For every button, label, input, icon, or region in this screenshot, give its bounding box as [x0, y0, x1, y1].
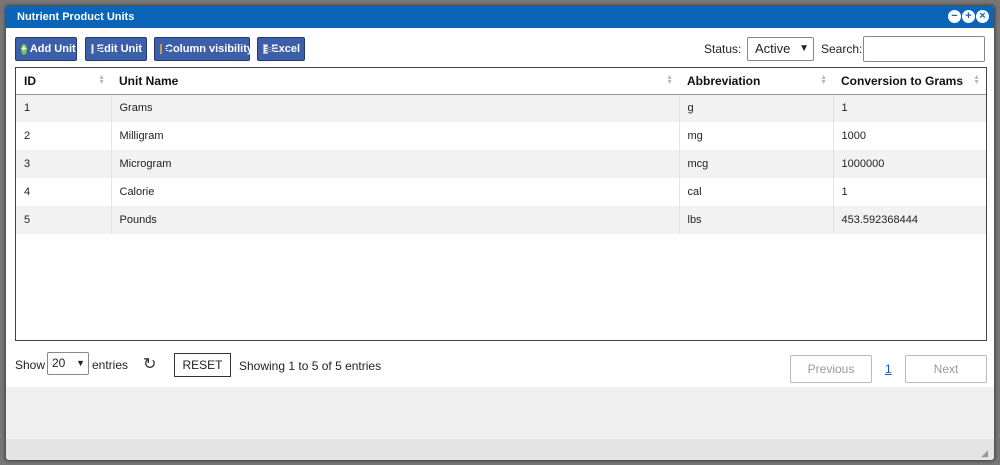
column-header-unit-name[interactable]: Unit Name ▲ ▼ — [111, 68, 679, 95]
units-table: ID ▲ ▼ Unit Name ▲ ▼ Abbreviation ▲ ▼ Conversi… — [15, 67, 987, 341]
cell-unit-name: Microgram — [111, 150, 680, 178]
units-window: Nutrient Product Units − + × + Add Unit … — [5, 5, 995, 461]
column-header-abbreviation[interactable]: Abbreviation ▲ ▼ — [679, 68, 833, 95]
table-footer: Show 20 ▼ entries ↻ RESET Showing 1 to 5… — [6, 342, 994, 387]
cell-abbreviation: mg — [679, 122, 834, 150]
page-length-value: 20 — [52, 356, 66, 370]
columns-icon — [160, 44, 169, 54]
close-icon[interactable]: × — [976, 10, 989, 23]
resize-grip-icon[interactable]: ◢ — [981, 448, 988, 459]
column-visibility-label: Column visibility — [165, 43, 254, 55]
previous-button[interactable]: Previous — [790, 355, 872, 383]
add-unit-button[interactable]: + Add Unit — [15, 37, 77, 61]
column-visibility-button[interactable]: Column visibility — [154, 37, 254, 61]
excel-button[interactable]: Excel — [257, 37, 305, 61]
cell-unit-name: Grams — [111, 94, 680, 122]
reset-button[interactable]: RESET — [174, 353, 231, 377]
edit-document-icon — [91, 44, 100, 54]
column-header-id[interactable]: ID ▲ ▼ — [16, 68, 111, 95]
search-label: Search: — [821, 42, 863, 56]
table-info: Showing 1 to 5 of 5 entries — [239, 359, 382, 373]
table-row[interactable]: 1 Grams g 1 — [16, 94, 986, 122]
cell-abbreviation: mcg — [679, 150, 834, 178]
sort-icon: ▲ ▼ — [666, 74, 673, 86]
title-bar[interactable]: Nutrient Product Units − + × — [6, 6, 994, 28]
cell-id: 4 — [16, 178, 112, 206]
cell-unit-name: Pounds — [111, 206, 680, 234]
search-input[interactable] — [863, 36, 985, 62]
table-row[interactable]: 4 Calorie cal 1 — [16, 178, 986, 206]
cell-conversion: 1000 — [833, 122, 986, 150]
status-value: Active — [755, 41, 791, 56]
entries-label: entries — [92, 358, 129, 372]
cell-abbreviation: lbs — [679, 206, 834, 234]
cell-conversion: 1 — [833, 94, 986, 122]
window-title: Nutrient Product Units — [17, 11, 135, 23]
edit-unit-button[interactable]: Edit Unit — [85, 37, 147, 61]
chevron-down-icon: ▼ — [76, 358, 85, 368]
sort-icon: ▲ ▼ — [973, 74, 980, 86]
status-bar: ◢ — [6, 439, 994, 460]
cell-abbreviation: g — [679, 94, 834, 122]
content-bottom-area — [6, 387, 994, 439]
refresh-icon[interactable]: ↻ — [143, 354, 156, 374]
table-row[interactable]: 2 Milligram mg 1000 — [16, 122, 986, 150]
cell-id: 2 — [16, 122, 112, 150]
page-link-1[interactable]: 1 — [885, 362, 892, 376]
cell-unit-name: Calorie — [111, 178, 680, 206]
cell-id: 5 — [16, 206, 112, 234]
next-button[interactable]: Next — [905, 355, 987, 383]
cell-conversion: 1 — [833, 178, 986, 206]
minimize-icon[interactable]: − — [948, 10, 961, 23]
spreadsheet-icon — [263, 44, 275, 54]
cell-id: 3 — [16, 150, 112, 178]
sort-icon: ▲ ▼ — [820, 74, 827, 86]
edit-unit-label: Edit Unit — [96, 43, 142, 55]
status-label: Status: — [704, 42, 742, 56]
table-row[interactable]: 5 Pounds lbs 453.592368444 — [16, 206, 986, 234]
add-unit-label: Add Unit — [29, 43, 76, 55]
table-row[interactable]: 3 Microgram mcg 1000000 — [16, 150, 986, 178]
column-header-conversion[interactable]: Conversion to Grams ▲ ▼ — [833, 68, 986, 95]
chevron-down-icon: ▼ — [799, 43, 809, 54]
table-header-row: ID ▲ ▼ Unit Name ▲ ▼ Abbreviation ▲ ▼ Conversi… — [16, 68, 986, 95]
add-circle-icon: + — [21, 43, 27, 55]
status-select[interactable]: Active ▼ — [747, 37, 814, 61]
maximize-icon[interactable]: + — [962, 10, 975, 23]
show-label: Show — [15, 358, 46, 372]
cell-id: 1 — [16, 94, 112, 122]
cell-unit-name: Milligram — [111, 122, 680, 150]
page-length-select[interactable]: 20 ▼ — [47, 352, 89, 375]
cell-conversion: 453.592368444 — [833, 206, 986, 234]
cell-abbreviation: cal — [679, 178, 834, 206]
excel-label: Excel — [271, 43, 300, 55]
cell-conversion: 1000000 — [833, 150, 986, 178]
sort-icon: ▲ ▼ — [98, 74, 105, 86]
